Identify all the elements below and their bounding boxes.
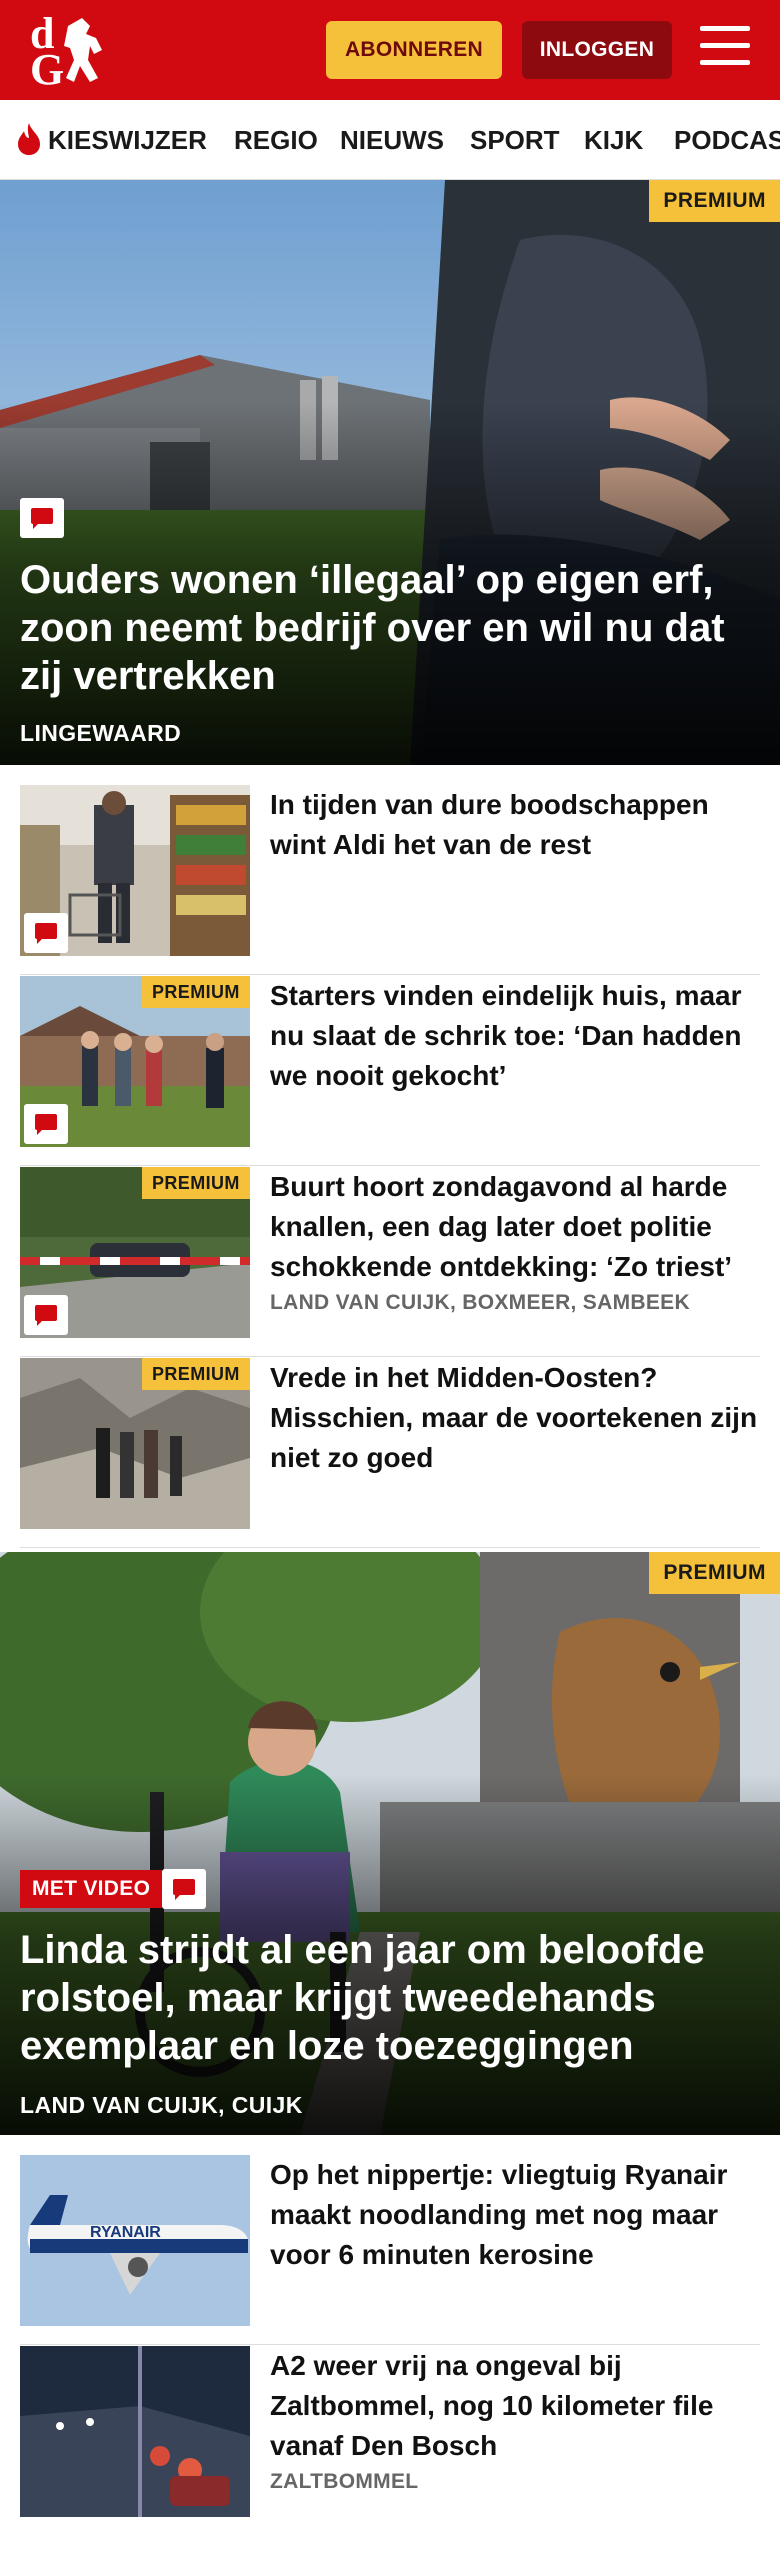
thumbnail-traffic (20, 2346, 250, 2517)
hero-location: LAND VAN CUIJK, CUIJK (20, 2092, 303, 2118)
subscribe-button[interactable]: ABONNEREN (326, 21, 502, 79)
list-item[interactable]: PREMIUM Buurt hoort zondagavond al harde… (20, 1167, 760, 1357)
comment-icon (20, 498, 64, 538)
top-bar: d G ABONNEREN INLOGGEN (0, 0, 780, 100)
list-item[interactable]: PREMIUM Vrede in het Midden-Oosten? Miss… (20, 1358, 760, 1548)
article-location: LAND VAN CUIJK, BOXMEER, SAMBEEK (270, 1291, 690, 1314)
video-badge: MET VIDEO (20, 1870, 163, 1908)
hero-location: LINGEWAARD (20, 720, 182, 746)
list-item[interactable]: In tijden van dure boodschappen wint Ald… (20, 785, 760, 975)
nav-item-regio[interactable]: REGIO (234, 100, 318, 179)
premium-badge: PREMIUM (142, 1358, 250, 1390)
flame-icon (18, 123, 40, 155)
premium-badge: PREMIUM (142, 1167, 250, 1199)
premium-badge: PREMIUM (142, 976, 250, 1008)
nav-item-kijk[interactable]: KIJK (584, 100, 643, 179)
premium-badge: PREMIUM (649, 180, 780, 222)
list-item[interactable]: RYANAIR Op het nippertje: vliegtuig Ryan… (20, 2155, 760, 2345)
comment-icon (24, 1295, 68, 1335)
list-item[interactable]: PREMIUM Starters vinden eindelijk huis, … (20, 976, 760, 1166)
article-title[interactable]: Vrede in het Midden-Oosten? Misschien, m… (270, 1358, 760, 1478)
nav-item-sport[interactable]: SPORT (470, 100, 560, 179)
comment-icon (162, 1869, 206, 1909)
hero-title[interactable]: Ouders wonen ‘illegaal’ op eigen erf, zo… (20, 556, 760, 700)
comment-icon (24, 913, 68, 953)
plane-livery-text: RYANAIR (90, 2224, 161, 2241)
hero-title[interactable]: Linda strijdt al een jaar om beloofde ro… (20, 1926, 760, 2070)
site-logo[interactable]: d G (22, 12, 112, 92)
premium-badge: PREMIUM (649, 1552, 780, 1594)
article-title[interactable]: Op het nippertje: vliegtuig Ryanair maak… (270, 2155, 760, 2275)
hero-article-2[interactable]: PREMIUM MET VIDEO Linda strijdt al een j… (0, 1552, 780, 2135)
article-title[interactable]: A2 weer vrij na ongeval bij Zaltbommel, … (270, 2346, 760, 2466)
horse-rider-icon (64, 18, 102, 82)
list-item[interactable]: A2 weer vrij na ongeval bij Zaltbommel, … (20, 2346, 760, 2536)
article-title-text: A2 weer vrij na ongeval bij Zaltbommel, … (270, 2350, 714, 2461)
nav-item-kieswijzer[interactable]: KIESWIJZER (48, 100, 207, 179)
nav-item-nieuws[interactable]: NIEUWS (340, 100, 444, 179)
article-title[interactable]: In tijden van dure boodschappen wint Ald… (270, 785, 760, 865)
comment-icon (24, 1104, 68, 1144)
hero-article-1[interactable]: PREMIUM Ouders wonen ‘illegaal’ op eigen… (0, 180, 780, 765)
article-title[interactable]: Buurt hoort zondagavond al harde knallen… (270, 1167, 760, 1287)
nav-item-podcast[interactable]: PODCAST (674, 100, 780, 179)
category-nav: KIESWIJZER REGIO NIEUWS SPORT KIJK PODCA… (0, 100, 780, 180)
hamburger-icon[interactable] (700, 26, 750, 72)
article-title[interactable]: Starters vinden eindelijk huis, maar nu … (270, 976, 760, 1096)
thumbnail-plane: RYANAIR (20, 2155, 250, 2326)
login-button[interactable]: INLOGGEN (522, 21, 672, 79)
article-title-text: Buurt hoort zondagavond al harde knallen… (270, 1171, 733, 1282)
article-location: ZALTBOMMEL (270, 2470, 419, 2493)
